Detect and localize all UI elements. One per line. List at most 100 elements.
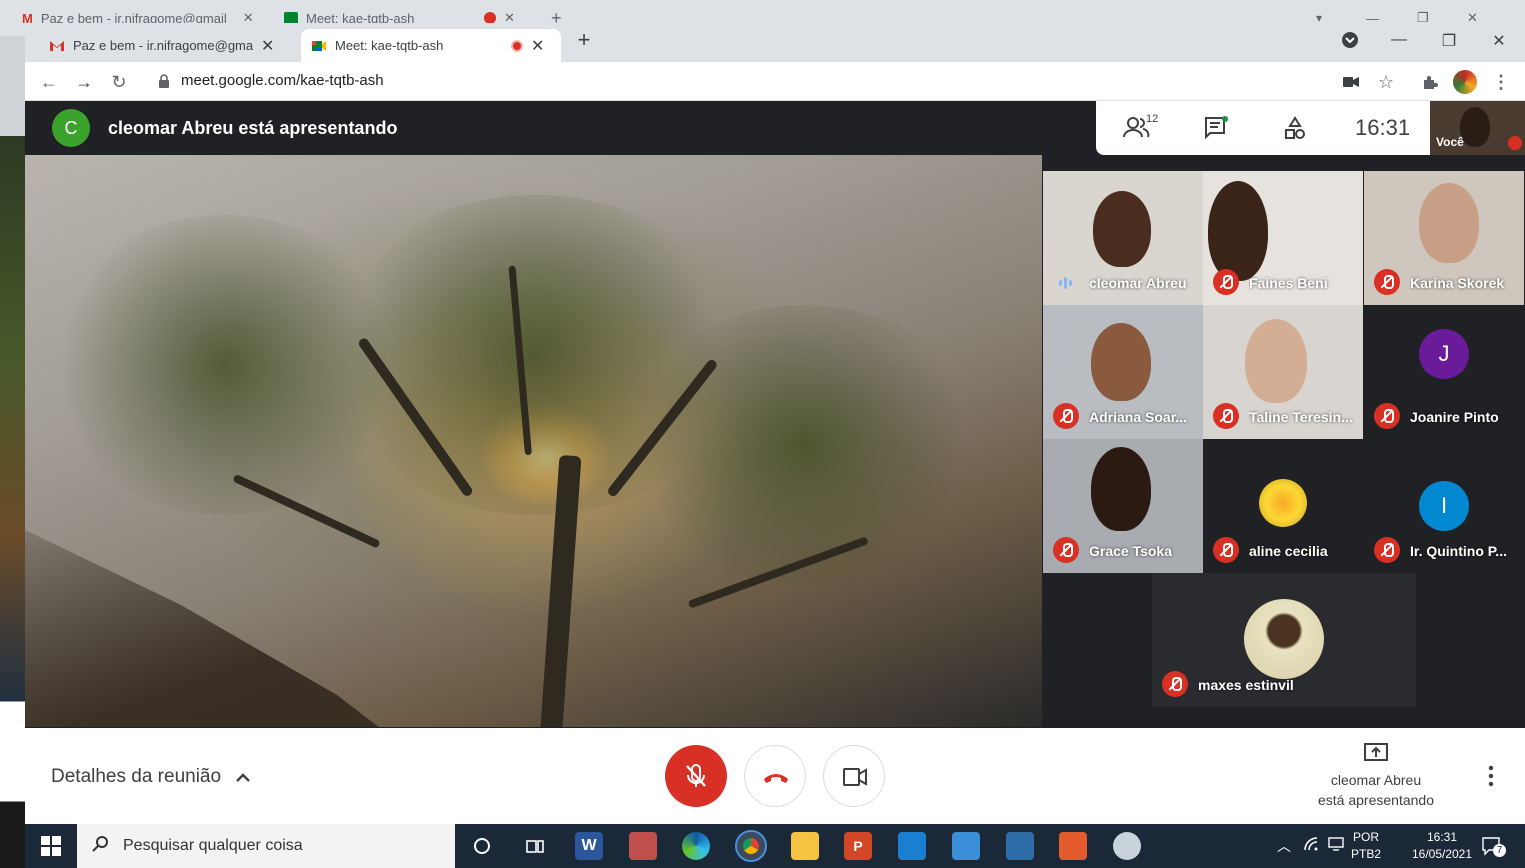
participant-tile[interactable]: Faines Beni [1203, 171, 1363, 305]
lock-icon[interactable] [158, 74, 170, 88]
more-options-icon[interactable] [1483, 764, 1499, 788]
back-icon[interactable]: ← [37, 70, 61, 94]
close-icon[interactable]: ✕ [531, 36, 544, 56]
taskbar-clock[interactable]: 16:31 16/05/2021 [1407, 829, 1477, 863]
background-window-edge [0, 36, 25, 868]
participant-tile[interactable]: cleomar Abreu [1043, 171, 1203, 305]
paint-app-icon[interactable] [1113, 832, 1141, 860]
taskbar-search-box[interactable]: Pesquisar qualquer coisa [77, 824, 455, 868]
participant-photo-avatar [1244, 599, 1324, 679]
participant-tile[interactable]: J Joanire Pinto [1364, 305, 1524, 439]
participant-name: aline cecilia [1249, 543, 1328, 559]
camera-toggle-button[interactable] [823, 745, 885, 807]
participant-video [1093, 191, 1151, 267]
filezilla-app-icon[interactable] [1059, 832, 1087, 860]
keyboard-layout: PTB2 [1351, 847, 1382, 861]
chevron-up-icon [235, 766, 251, 788]
chrome-app-icon[interactable] [735, 830, 767, 862]
windows-start-icon[interactable] [37, 832, 65, 860]
show-hidden-icons-icon[interactable]: ︿ [1277, 836, 1291, 856]
extensions-icon[interactable] [1418, 70, 1442, 94]
participants-button[interactable]: 12 [1122, 113, 1158, 144]
taskbar-date: 16/05/2021 [1411, 847, 1473, 861]
tab-meet-title: Meet: kae-tqtb-ash [335, 38, 444, 53]
muted-icon [1374, 269, 1400, 295]
control-panel-icon[interactable] [898, 832, 926, 860]
participant-name: Adriana Soar... [1089, 409, 1188, 425]
input-language-indicator[interactable]: POR PTB2 [1351, 829, 1381, 863]
present-screen-icon [1305, 742, 1447, 770]
presenter-status-text: cleomar Abreu está apresentando [108, 118, 398, 138]
participant-avatar: I [1419, 481, 1469, 531]
participant-tile[interactable]: I Ir. Quintino P... [1364, 439, 1524, 573]
participant-grid: cleomar Abreu Faines Beni Karina Skorek … [1042, 171, 1525, 728]
file-explorer-icon[interactable] [791, 832, 819, 860]
media-player-icon[interactable] [629, 832, 657, 860]
chat-button[interactable] [1204, 116, 1228, 145]
laptop-app-icon[interactable] [1006, 832, 1034, 860]
meet-icon [311, 38, 327, 54]
profile-avatar[interactable] [1453, 70, 1477, 94]
camera-in-use-icon[interactable] [1339, 70, 1363, 94]
participant-video [1091, 323, 1151, 401]
close-window-icon[interactable]: ✕ [1484, 31, 1514, 51]
presentation-stage [25, 155, 1042, 727]
call-info-panel: 12 16:31 [1096, 101, 1430, 155]
close-icon[interactable]: ✕ [261, 36, 274, 56]
network-icon[interactable] [1327, 836, 1345, 857]
tab-meet[interactable]: Meet: kae-tqtb-ash ✕ [301, 29, 561, 62]
browser-toolbar: ← → ↻ meet.google.com/kae-tqtb-ash ☆ ⋮ [25, 62, 1525, 101]
participant-tile[interactable]: Grace Tsoka [1043, 439, 1203, 573]
muted-icon [1213, 403, 1239, 429]
participant-name: cleomar Abreu [1089, 275, 1187, 291]
self-view-tile[interactable]: Você [1430, 101, 1525, 155]
presenter-banner: C cleomar Abreu está apresentando [25, 101, 1042, 155]
bookmark-star-icon[interactable]: ☆ [1374, 70, 1398, 94]
meeting-details-button[interactable]: Detalhes da reunião [51, 766, 251, 788]
edge-browser-icon[interactable] [682, 832, 710, 860]
participant-avatar: J [1419, 329, 1469, 379]
restore-icon[interactable]: ❐ [1434, 31, 1464, 51]
presenting-label-status: está apresentando [1318, 792, 1434, 808]
participant-tile[interactable]: Adriana Soar... [1043, 305, 1203, 439]
cortana-icon[interactable] [468, 832, 496, 860]
reload-icon[interactable]: ↻ [107, 70, 131, 94]
activities-button[interactable] [1284, 116, 1306, 145]
participant-name: Joanire Pinto [1410, 409, 1499, 425]
tab-search-icon[interactable] [1335, 31, 1365, 54]
address-bar[interactable]: meet.google.com/kae-tqtb-ash [181, 72, 384, 89]
participant-tile[interactable]: Taline Teresin... [1203, 305, 1363, 439]
call-clock: 16:31 [1355, 115, 1411, 140]
participant-tile[interactable]: maxes estinvil [1152, 573, 1416, 707]
self-muted-icon [1508, 136, 1522, 150]
browser-window: Paz e bem - ir.nifragome@gmail. ✕ Meet: … [25, 23, 1525, 824]
participant-tile[interactable]: aline cecilia [1203, 439, 1363, 573]
word-app-icon[interactable]: W [575, 832, 603, 860]
new-tab-button[interactable]: + [569, 27, 599, 53]
participant-tile[interactable]: Karina Skorek [1364, 171, 1524, 305]
browser-menu-icon[interactable]: ⋮ [1489, 70, 1513, 94]
microphone-toggle-button[interactable] [665, 745, 727, 807]
presenting-status-button[interactable]: cleomar Abreu está apresentando [1305, 742, 1447, 810]
presenter-avatar: C [52, 109, 90, 147]
forward-icon[interactable]: → [72, 70, 96, 94]
photos-app-icon[interactable] [952, 832, 980, 860]
minimize-icon[interactable]: — [1384, 31, 1414, 49]
hang-up-icon [764, 774, 788, 783]
muted-icon [1374, 403, 1400, 429]
participant-count: 12 [1146, 113, 1159, 125]
video-camera-icon [843, 768, 867, 786]
gmail-icon [49, 38, 65, 54]
wifi-icon[interactable] [1303, 836, 1319, 855]
task-view-icon[interactable] [521, 832, 549, 860]
leave-call-button[interactable] [744, 745, 806, 807]
powerpoint-app-icon[interactable]: P [844, 832, 872, 860]
taskbar-search-placeholder: Pesquisar qualquer coisa [123, 837, 303, 854]
flower-avatar-icon [1259, 479, 1307, 527]
notification-center-icon[interactable]: 7 [1481, 836, 1506, 861]
participant-name: Karina Skorek [1410, 275, 1505, 291]
tab-gmail[interactable]: Paz e bem - ir.nifragome@gmail. ✕ [39, 29, 301, 62]
participant-name: Ir. Quintino P... [1410, 543, 1507, 559]
participant-video [1419, 183, 1479, 263]
participant-video [1091, 447, 1151, 531]
